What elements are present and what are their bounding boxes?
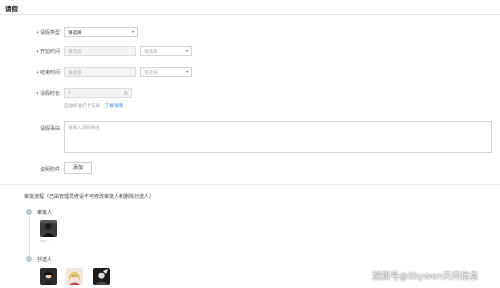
reason-placeholder: 请输入请假事由 [68, 126, 100, 131]
start-period-select[interactable]: 请选择 ▾ [140, 46, 192, 56]
duration-hint-text: 自动校准打卡记录 [64, 104, 100, 109]
add-attachment-button[interactable]: 添加 [64, 162, 92, 174]
person-avatar-icon [40, 268, 57, 285]
cc-avatar-3[interactable] [93, 268, 110, 285]
leave-type-value: 请选择 [68, 30, 82, 36]
end-date-placeholder: 请选择 [68, 70, 82, 76]
approval-flow-title: 审批流程（已由管理员修设不可修改审批人和删除抄送人） [24, 194, 155, 200]
duration-unit: 天 [123, 91, 129, 97]
flow-connector [29, 216, 30, 257]
duration-row: •请假时长 0 天 [0, 88, 500, 100]
duration-value: 0 [68, 90, 71, 96]
cc-node-icon [26, 256, 32, 262]
required-mark: • [36, 30, 39, 36]
caret-down-icon: ▾ [185, 48, 188, 53]
approver-node-icon [26, 209, 32, 215]
required-mark: • [36, 70, 39, 76]
person-avatar-icon [66, 268, 83, 285]
watermark-text: 搜狐号@Skywen天问信息 [372, 272, 479, 282]
cc-avatar-1[interactable] [40, 268, 57, 285]
cc-avatar-2[interactable] [66, 268, 83, 285]
attachment-label: 说明附件 [39, 167, 60, 173]
start-date-placeholder: 请选择 [68, 49, 82, 55]
end-time-label: •结束时间 [36, 70, 60, 76]
end-period-select[interactable]: 请选择 ▾ [140, 67, 192, 77]
caret-down-icon: ▾ [131, 29, 134, 34]
start-time-label: •开始时间 [36, 49, 60, 55]
leave-type-select[interactable]: 请选择 ▾ [64, 27, 138, 37]
required-mark: • [36, 91, 39, 97]
learn-more-link[interactable]: 了解详情 [105, 104, 123, 109]
required-mark: • [36, 49, 39, 55]
page-title: 请假 [5, 5, 18, 13]
approver-avatar[interactable] [40, 220, 57, 237]
caret-down-icon: ▾ [185, 69, 188, 74]
approver-label: 审批人 [37, 210, 53, 216]
end-time-row: •结束时间 请选择 请选择 ▾ [0, 67, 500, 79]
duration-label: •请假时长 [36, 91, 60, 97]
reason-label: 请假事由 [39, 126, 60, 132]
approver-name: Jojo... [40, 239, 50, 243]
person-avatar-icon [40, 220, 57, 237]
section-divider [0, 184, 500, 185]
end-period-placeholder: 请选择 [144, 70, 158, 76]
person-avatar-icon [93, 268, 110, 285]
cc-label: 抄送人 [37, 257, 53, 263]
leave-type-label: •请假类型 [36, 30, 60, 36]
end-date-input[interactable]: 请选择 [64, 67, 136, 77]
leave-type-row: •请假类型 请选择 ▾ [0, 27, 500, 39]
reason-textarea[interactable]: 请输入请假事由 [64, 121, 492, 153]
duration-hint: 自动校准打卡记录 了解详情 [64, 103, 123, 109]
start-date-input[interactable]: 请选择 [64, 46, 136, 56]
duration-input: 0 天 [64, 88, 132, 98]
start-time-row: •开始时间 请选择 请选择 ▾ [0, 46, 500, 58]
title-divider [0, 14, 500, 15]
start-period-placeholder: 请选择 [144, 49, 158, 55]
